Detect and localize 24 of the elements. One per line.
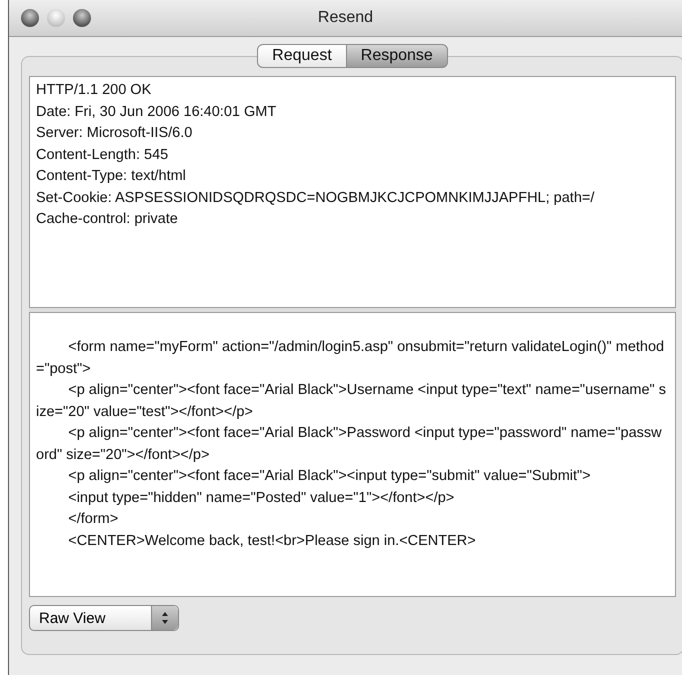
tab[interactable]: Request (257, 44, 347, 68)
body-line: <p align="center"><font face="Arial Black">Username <input type="text" name="username" size="20" value="test"></font></p> (36, 381, 667, 422)
close-button[interactable] (21, 9, 39, 27)
header-line: Content-Type: text/html (36, 167, 187, 186)
window-title: Resend (318, 9, 374, 27)
zoom-button[interactable] (73, 9, 91, 27)
header-line: Server: Microsoft-IIS/6.0 (36, 124, 194, 143)
body-line: <p align="center"><font face="Arial Black">Password <input type="password" name="password" size="20"></font></p> (36, 424, 663, 464)
header-line: Date: Fri, 30 Jun 2006 16:40:01 GMT (36, 102, 278, 122)
body-text-area[interactable] (29, 312, 676, 597)
body-line: <p align="center"><font face="Arial Black"><input type="submit" value="Submit"> (67, 467, 592, 486)
body-line: <CENTER>Welcome back, test!<br>Please sign in.<CENTER> (67, 532, 477, 550)
split-handle[interactable] (29, 308, 676, 312)
header-line: Cache-control: private (36, 210, 179, 229)
view-popup[interactable]: Raw View (29, 605, 179, 631)
body-line: </form> (67, 510, 120, 529)
body-line: <input type="hidden" name="Posted" value="1"></font></p> (67, 488, 456, 508)
body-line: <form name="myForm" action="/admin/login5.asp" onsubmit="return validateLogin()" method="post"> (36, 338, 666, 378)
stepper-arrows-icon (151, 606, 178, 630)
tab[interactable]: Response (346, 44, 448, 68)
header-line: HTTP/1.1 200 OK (36, 81, 152, 100)
header-line: Set-Cookie: ASPSESSIONIDSQDRQSDC=NOGBMJKCJCPOMNKIMJJAPFHL; path=/ (36, 188, 596, 208)
header-line: Content-Length: 545 (36, 146, 170, 164)
headers-text-area[interactable] (29, 76, 676, 308)
